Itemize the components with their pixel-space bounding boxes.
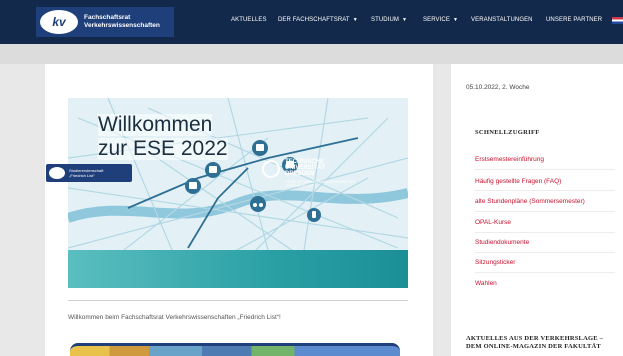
link-divider	[475, 211, 615, 212]
quick-link-opal[interactable]: OPAL-Kurse	[475, 219, 511, 226]
tu-dresden-name: TECHNISCHE UNIVERSITÄT DRESDEN	[285, 159, 326, 177]
nav-item-veranstaltungen[interactable]: VERANSTALTUNGEN	[471, 17, 533, 23]
link-divider	[475, 272, 615, 273]
link-divider	[475, 232, 615, 233]
tram-graphic	[70, 343, 400, 356]
banner-title-line-2: zur ESE 2022	[98, 137, 228, 160]
top-navbar: kv Fachschaftsrat Verkehrswissenschaften…	[0, 0, 623, 44]
tu-seal-icon	[262, 160, 280, 178]
sidebar	[451, 64, 623, 356]
nav-label: DER FACHSCHAFTSRAT	[278, 17, 350, 23]
studierendenschaft-badge: Studierendenschaft „Friedrich List“	[46, 164, 132, 182]
quick-access-heading: SCHNELLZUGRIFF	[475, 129, 540, 136]
quick-link-sitzungsticker[interactable]: Sitzungsticker	[475, 259, 515, 266]
nav-item-studium[interactable]: STUDIUM ▼	[371, 17, 407, 23]
nav-label: STUDIUM	[371, 17, 400, 23]
logo-mark: kv	[40, 10, 78, 34]
nav-item-fachschaftsrat[interactable]: DER FACHSCHAFTSRAT ▼	[278, 17, 358, 23]
link-divider	[475, 190, 615, 191]
chevron-down-icon: ▼	[452, 17, 458, 23]
content-divider	[68, 300, 408, 301]
logo-line-2: Verkehrswissenschaften	[84, 22, 160, 29]
nav-item-partner[interactable]: UNSERE PARTNER	[546, 17, 602, 23]
nav-label: SERVICE	[423, 17, 450, 23]
nav-item-aktuelles[interactable]: AKTUELLES	[231, 17, 267, 23]
badge-text: Studierendenschaft „Friedrich List“	[69, 168, 103, 178]
chevron-down-icon: ▼	[402, 17, 408, 23]
nav-label: VERANSTALTUNGEN	[471, 17, 533, 23]
logo-text: Fachschaftsrat Verkehrswissenschaften	[84, 14, 160, 30]
faculty-name: FAKULTÄT VERKEHRSWISSENSCHAFTEN „FRIEDRI…	[285, 180, 356, 188]
news-heading-line-1: AKTUELLES AUS DER VERKEHRSLAGE –	[466, 335, 604, 342]
quick-link-wahlen[interactable]: Wahlen	[475, 280, 497, 287]
nav-label: AKTUELLES	[231, 17, 267, 23]
link-divider	[475, 169, 615, 170]
quick-link-faq[interactable]: Häufig gestellte Fragen (FAQ)	[475, 178, 561, 185]
welcome-banner: Willkommen zur ESE 2022	[68, 98, 408, 288]
link-divider	[475, 252, 615, 253]
current-date: 05.10.2022, 2. Woche	[466, 84, 530, 91]
badge-line-2: „Friedrich List“	[69, 173, 95, 178]
banner-footer-strip	[68, 250, 408, 288]
quick-link-stundenplaene[interactable]: alte Stundenpläne (Sommersemester)	[475, 198, 585, 205]
news-heading: AKTUELLES AUS DER VERKEHRSLAGE – DEM ONL…	[466, 335, 603, 351]
chevron-down-icon: ▼	[352, 17, 358, 23]
news-heading-line-2: DEM ONLINE-MAGAZIN DER FAKULTÄT	[466, 343, 601, 350]
badge-logo-icon	[49, 167, 65, 179]
nav-item-service[interactable]: SERVICE ▼	[423, 17, 458, 23]
language-flag-icon[interactable]	[612, 17, 623, 24]
quick-link-erstsemester[interactable]: Erstsemestereinführung	[475, 156, 544, 163]
quick-link-studiendokumente[interactable]: Studiendokumente	[475, 239, 529, 246]
site-logo[interactable]: kv Fachschaftsrat Verkehrswissenschaften	[36, 7, 174, 37]
page-band	[0, 44, 623, 64]
welcome-text: Willkommen beim Fachschaftsrat Verkehrsw…	[68, 314, 281, 321]
nav-label: UNSERE PARTNER	[546, 17, 603, 23]
banner-title-line-1: Willkommen	[98, 113, 213, 136]
logo-line-1: Fachschaftsrat	[84, 14, 131, 21]
